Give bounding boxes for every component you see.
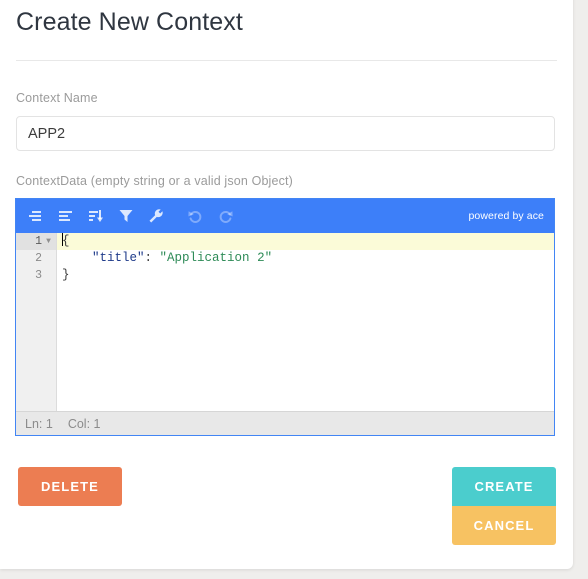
gutter-line-1-number: 1 [35, 235, 42, 248]
json-editor[interactable]: powered by ace 1 ▼ 2 3 {"title": "Appli… [15, 198, 555, 436]
editor-code-area[interactable]: { "title": "Application 2" } [57, 233, 554, 411]
gutter-line-2[interactable]: 2 [16, 250, 56, 267]
gutter-line-1[interactable]: 1 ▼ [16, 233, 56, 250]
filter-icon[interactable] [113, 203, 139, 229]
repair-icon[interactable] [143, 203, 169, 229]
context-data-label: ContextData (empty string or a valid jso… [16, 174, 293, 188]
sort-icon[interactable] [83, 203, 109, 229]
gutter-line-3[interactable]: 3 [16, 267, 56, 284]
code-line-1[interactable]: { [57, 233, 554, 250]
create-context-card: Create New Context Context Name ContextD… [0, 0, 573, 569]
page-title: Create New Context [16, 8, 243, 36]
format-json-icon[interactable] [53, 203, 79, 229]
cancel-button[interactable]: CANCEL [452, 506, 556, 545]
code-line-3-text: } [62, 268, 70, 282]
create-button[interactable]: CREATE [452, 467, 556, 506]
json-editor-toolbar: powered by ace [16, 199, 554, 233]
code-line-3[interactable]: } [57, 267, 554, 284]
compact-json-icon[interactable] [23, 203, 49, 229]
code-line-2-value: "Application 2" [159, 251, 273, 265]
editor-status-bar: Ln: 1 Col: 1 [16, 411, 554, 435]
undo-icon[interactable] [182, 203, 208, 229]
redo-icon[interactable] [212, 203, 238, 229]
code-line-1-text: { [62, 234, 70, 248]
gutter-line-3-number: 3 [35, 269, 42, 282]
page-root: Create New Context Context Name ContextD… [0, 0, 588, 579]
editor-gutter: 1 ▼ 2 3 [16, 233, 57, 411]
delete-button[interactable]: DELETE [18, 467, 122, 506]
code-line-2-indent [62, 251, 92, 265]
code-line-2-key: "title" [92, 251, 145, 265]
context-name-label: Context Name [16, 91, 98, 105]
code-line-2-colon: : [144, 251, 160, 265]
context-name-input[interactable] [16, 116, 555, 151]
status-line-indicator: Ln: 1 [25, 417, 53, 431]
ace-branding-label: powered by ace [468, 210, 544, 222]
code-line-2[interactable]: "title": "Application 2" [57, 250, 554, 267]
gutter-line-2-number: 2 [35, 252, 42, 265]
json-editor-body[interactable]: 1 ▼ 2 3 { "title": "Application 2" } [16, 233, 554, 411]
fold-toggle-icon[interactable]: ▼ [43, 233, 54, 250]
title-divider [16, 60, 557, 61]
status-column-indicator: Col: 1 [67, 417, 101, 431]
